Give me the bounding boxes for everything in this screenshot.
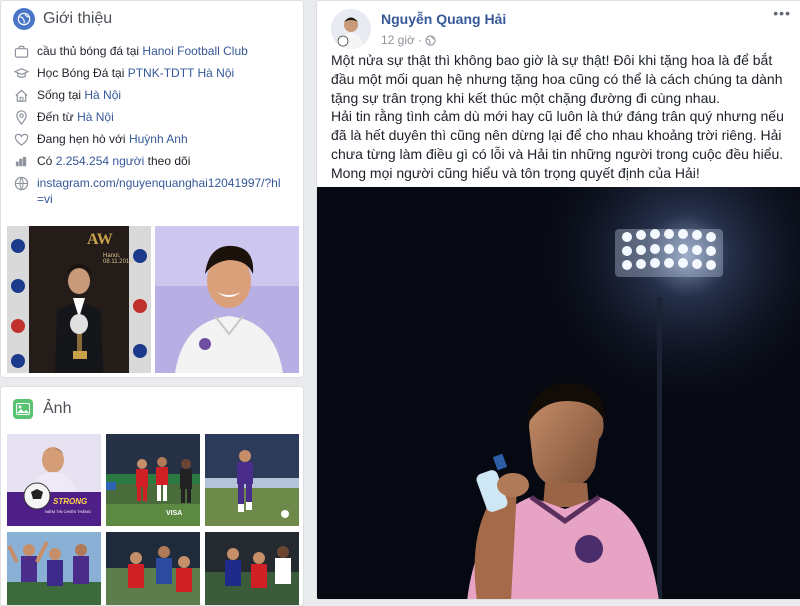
intro-item-heart: Đang hẹn hò với Huỳnh Anh (13, 131, 303, 147)
post-photo[interactable] (317, 187, 800, 599)
strong-title-text: STRONG (53, 497, 88, 506)
intro-item-suffix: theo dõi (144, 154, 191, 168)
intro-item-text: Đến từ Hà Nội (37, 109, 114, 125)
intro-item-text: Sống tại Hà Nội (37, 87, 121, 103)
post-paragraph: Hải tin rằng tình cảm dù mới hay cũ luôn… (331, 108, 784, 162)
separator-dot: · (417, 33, 422, 47)
public-globe-icon (425, 34, 436, 46)
intro-card: Giới thiệu cầu thủ bóng đá tại Hanoi Foo… (0, 0, 304, 378)
author-name[interactable]: Nguyễn Quang Hải (381, 11, 506, 27)
post-paragraph: Mong mọi người cũng hiểu và tôn trọng qu… (331, 164, 700, 181)
post-card: Nguyễn Quang Hải 12 giờ · ••• Một nửa sự… (316, 0, 800, 600)
intro-item-follower: Có 2.254.254 người theo dõi (13, 153, 303, 169)
intro-info-list: cầu thủ bóng đá tại Hanoi Football Club H… (1, 37, 303, 207)
intro-item-map-pin: Đến từ Hà Nội (13, 109, 303, 125)
photos-card: Ảnh STRONG NIỀM TIN CHIẾN THẮNG VISA (0, 386, 304, 606)
featured-photo-portrait[interactable] (155, 226, 299, 373)
photos-title: Ảnh (43, 400, 72, 417)
svg-text:AW: AW (87, 231, 113, 248)
intro-item-text: Có 2.254.254 người theo dõi (37, 153, 190, 169)
photos-picture-icon (13, 399, 33, 419)
photo-tile-strong[interactable]: STRONG NIỀM TIN CHIẾN THẮNG (7, 434, 101, 526)
home-icon (13, 87, 29, 103)
event-banner-text: Hanoi, 08.11.2019 (103, 253, 133, 265)
intro-item-prefix: Có (37, 154, 56, 168)
post-message: Một nửa sự thật thì không bao giờ là sự … (331, 51, 791, 183)
intro-item-link[interactable]: PTNK-TDTT Hà Nội (128, 66, 234, 80)
briefcase-icon (13, 43, 29, 59)
map-pin-icon (13, 109, 29, 125)
intro-item-link[interactable]: Huỳnh Anh (129, 132, 188, 146)
intro-item-prefix: cầu thủ bóng đá tại (37, 44, 143, 58)
graduation-cap-icon (13, 65, 29, 81)
featured-photo-award[interactable]: AW Hanoi, 08.11.2019 (7, 226, 151, 373)
intro-item-text: cầu thủ bóng đá tại Hanoi Football Club (37, 43, 248, 59)
intro-item-briefcase: cầu thủ bóng đá tại Hanoi Football Club (13, 43, 303, 59)
author-avatar[interactable] (331, 9, 371, 49)
intro-item-text: Học Bóng Đá tại PTNK-TDTT Hà Nội (37, 65, 234, 81)
intro-title: Giới thiệu (43, 10, 113, 27)
ad-board-text: VISA (166, 510, 183, 517)
post-time[interactable]: 12 giờ (381, 33, 415, 47)
photos-grid: STRONG NIỀM TIN CHIẾN THẮNG VISA (7, 434, 301, 605)
post-paragraph: Một nửa sự thật thì không bao giờ là sự … (331, 52, 783, 106)
photos-header: Ảnh (1, 387, 303, 431)
post-options-button[interactable]: ••• (773, 5, 791, 21)
post-meta: 12 giờ · (381, 33, 506, 47)
intro-item-link[interactable]: Hà Nội (77, 110, 114, 124)
intro-item-link[interactable]: 2.254.254 người (56, 154, 145, 168)
photo-tile-match-dark[interactable] (205, 532, 299, 605)
photo-tile-match-red[interactable]: VISA (106, 434, 200, 526)
intro-item-prefix: Sống tại (37, 88, 85, 102)
photo-tile-match-purple[interactable] (205, 434, 299, 526)
globe-icon (13, 175, 29, 191)
intro-item-prefix: Đang hẹn hò với (37, 132, 129, 146)
intro-item-prefix: Đến từ (37, 110, 78, 124)
intro-header: Giới thiệu (1, 1, 303, 37)
photo-tile-match-crowd[interactable] (106, 532, 200, 605)
intro-item-globe: instagram.com/nguyenquanghai12041997/?hl… (13, 175, 303, 207)
intro-item-link[interactable]: Hà Nội (84, 88, 121, 102)
intro-featured-photos: AW Hanoi, 08.11.2019 (7, 226, 299, 373)
intro-item-prefix: Học Bóng Đá tại (37, 66, 128, 80)
follower-icon (13, 153, 29, 169)
intro-globe-icon (13, 8, 35, 30)
intro-item-home: Sống tại Hà Nội (13, 87, 303, 103)
intro-item-link[interactable]: Hanoi Football Club (142, 44, 247, 58)
photo-tile-celebration[interactable] (7, 532, 101, 605)
intro-item-text: Đang hẹn hò với Huỳnh Anh (37, 131, 188, 147)
strong-sub-text: NIỀM TIN CHIẾN THẮNG (45, 509, 92, 514)
intro-item-text: instagram.com/nguyenquanghai12041997/?hl… (37, 175, 287, 207)
intro-item-link[interactable]: instagram.com/nguyenquanghai12041997/?hl… (37, 176, 281, 206)
intro-item-graduation-cap: Học Bóng Đá tại PTNK-TDTT Hà Nội (13, 65, 303, 81)
heart-icon (13, 131, 29, 147)
post-header: Nguyễn Quang Hải 12 giờ · (331, 9, 506, 49)
